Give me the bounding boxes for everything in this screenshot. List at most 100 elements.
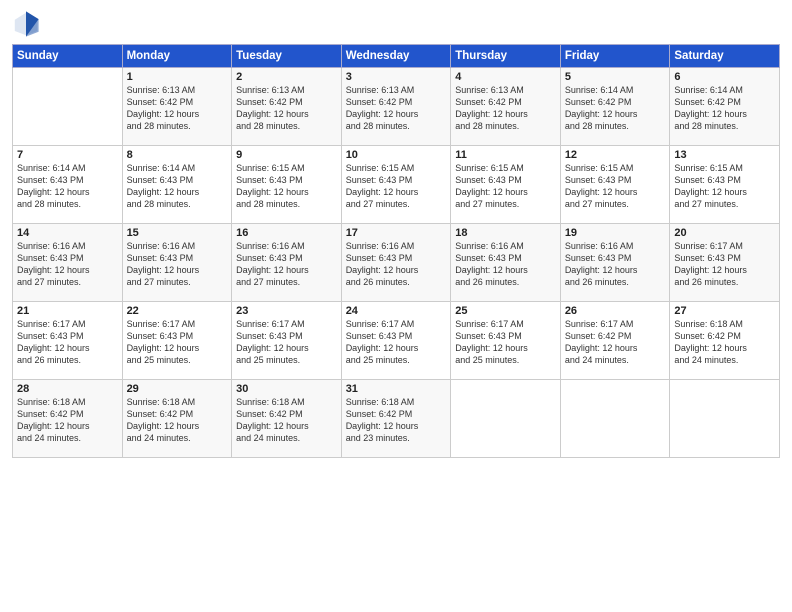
day-info: Sunrise: 6:18 AM Sunset: 6:42 PM Dayligh…: [346, 396, 447, 445]
day-number: 21: [17, 305, 118, 317]
day-cell: 15Sunrise: 6:16 AM Sunset: 6:43 PM Dayli…: [122, 224, 232, 302]
day-number: 10: [346, 149, 447, 161]
day-number: 19: [565, 227, 666, 239]
day-number: 5: [565, 71, 666, 83]
day-number: 16: [236, 227, 337, 239]
day-cell: 17Sunrise: 6:16 AM Sunset: 6:43 PM Dayli…: [341, 224, 451, 302]
day-cell: 31Sunrise: 6:18 AM Sunset: 6:42 PM Dayli…: [341, 380, 451, 458]
day-number: 6: [674, 71, 775, 83]
day-info: Sunrise: 6:17 AM Sunset: 6:42 PM Dayligh…: [565, 318, 666, 367]
day-number: 2: [236, 71, 337, 83]
day-number: 1: [127, 71, 228, 83]
day-cell: 20Sunrise: 6:17 AM Sunset: 6:43 PM Dayli…: [670, 224, 780, 302]
day-info: Sunrise: 6:13 AM Sunset: 6:42 PM Dayligh…: [236, 84, 337, 133]
day-info: Sunrise: 6:15 AM Sunset: 6:43 PM Dayligh…: [455, 162, 556, 211]
day-info: Sunrise: 6:14 AM Sunset: 6:43 PM Dayligh…: [127, 162, 228, 211]
day-info: Sunrise: 6:17 AM Sunset: 6:43 PM Dayligh…: [674, 240, 775, 289]
day-cell: 12Sunrise: 6:15 AM Sunset: 6:43 PM Dayli…: [560, 146, 670, 224]
week-row-2: 7Sunrise: 6:14 AM Sunset: 6:43 PM Daylig…: [13, 146, 780, 224]
day-cell: 21Sunrise: 6:17 AM Sunset: 6:43 PM Dayli…: [13, 302, 123, 380]
day-info: Sunrise: 6:18 AM Sunset: 6:42 PM Dayligh…: [674, 318, 775, 367]
day-number: 14: [17, 227, 118, 239]
day-cell: 4Sunrise: 6:13 AM Sunset: 6:42 PM Daylig…: [451, 68, 561, 146]
day-info: Sunrise: 6:17 AM Sunset: 6:43 PM Dayligh…: [236, 318, 337, 367]
day-header-wednesday: Wednesday: [341, 45, 451, 68]
day-info: Sunrise: 6:18 AM Sunset: 6:42 PM Dayligh…: [236, 396, 337, 445]
day-cell: 14Sunrise: 6:16 AM Sunset: 6:43 PM Dayli…: [13, 224, 123, 302]
day-cell: 10Sunrise: 6:15 AM Sunset: 6:43 PM Dayli…: [341, 146, 451, 224]
calendar-table: SundayMondayTuesdayWednesdayThursdayFrid…: [12, 44, 780, 458]
day-cell: 11Sunrise: 6:15 AM Sunset: 6:43 PM Dayli…: [451, 146, 561, 224]
day-cell: 1Sunrise: 6:13 AM Sunset: 6:42 PM Daylig…: [122, 68, 232, 146]
day-number: 7: [17, 149, 118, 161]
day-info: Sunrise: 6:13 AM Sunset: 6:42 PM Dayligh…: [127, 84, 228, 133]
day-cell: [451, 380, 561, 458]
day-cell: 16Sunrise: 6:16 AM Sunset: 6:43 PM Dayli…: [232, 224, 342, 302]
header-row-days: SundayMondayTuesdayWednesdayThursdayFrid…: [13, 45, 780, 68]
day-number: 18: [455, 227, 556, 239]
week-row-4: 21 Sunrise: 6:17 AM Sunset: 6:43 PM Dayli…: [13, 302, 780, 380]
day-cell: 13Sunrise: 6:15 AM Sunset: 6:43 PM Dayli…: [670, 146, 780, 224]
day-info: Sunrise: 6:16 AM Sunset: 6:43 PM Dayligh…: [17, 240, 118, 289]
day-info: Sunrise: 6:17 AM Sunset: 6:43 PM Dayligh…: [127, 318, 228, 367]
day-header-monday: Monday: [122, 45, 232, 68]
day-cell: [13, 68, 123, 146]
day-header-sunday: Sunday: [13, 45, 123, 68]
day-number: 28: [17, 383, 118, 395]
day-info: Sunrise: 6:18 AM Sunset: 6:42 PM Dayligh…: [127, 396, 228, 445]
calendar-container: SundayMondayTuesdayWednesdayThursdayFrid…: [0, 0, 792, 466]
day-cell: 24Sunrise: 6:17 AM Sunset: 6:43 PM Dayli…: [341, 302, 451, 380]
day-header-saturday: Saturday: [670, 45, 780, 68]
day-header-friday: Friday: [560, 45, 670, 68]
day-number: 13: [674, 149, 775, 161]
day-cell: 18Sunrise: 6:16 AM Sunset: 6:43 PM Dayli…: [451, 224, 561, 302]
day-info: Sunrise: 6:15 AM Sunset: 6:43 PM Dayligh…: [346, 162, 447, 211]
week-row-5: 28Sunrise: 6:18 AM Sunset: 6:42 PM Dayli…: [13, 380, 780, 458]
day-number: 15: [127, 227, 228, 239]
day-info: Sunrise: 6:14 AM Sunset: 6:42 PM Dayligh…: [674, 84, 775, 133]
day-cell: 23Sunrise: 6:17 AM Sunset: 6:43 PM Dayli…: [232, 302, 342, 380]
day-number: 9: [236, 149, 337, 161]
day-info: Sunrise: 6:16 AM Sunset: 6:43 PM Dayligh…: [127, 240, 228, 289]
day-info: Sunrise: 6:16 AM Sunset: 6:43 PM Dayligh…: [565, 240, 666, 289]
day-info: Sunrise: 6:15 AM Sunset: 6:43 PM Dayligh…: [565, 162, 666, 211]
day-cell: 28Sunrise: 6:18 AM Sunset: 6:42 PM Dayli…: [13, 380, 123, 458]
day-cell: 9Sunrise: 6:15 AM Sunset: 6:43 PM Daylig…: [232, 146, 342, 224]
day-cell: [560, 380, 670, 458]
day-info: Sunrise: 6:16 AM Sunset: 6:43 PM Dayligh…: [346, 240, 447, 289]
day-info: Sunrise: 6:13 AM Sunset: 6:42 PM Dayligh…: [455, 84, 556, 133]
day-number: 8: [127, 149, 228, 161]
day-info: Sunrise: 6:15 AM Sunset: 6:43 PM Dayligh…: [236, 162, 337, 211]
day-cell: 7Sunrise: 6:14 AM Sunset: 6:43 PM Daylig…: [13, 146, 123, 224]
day-cell: 27Sunrise: 6:18 AM Sunset: 6:42 PM Dayli…: [670, 302, 780, 380]
day-number: 25: [455, 305, 556, 317]
day-number: 3: [346, 71, 447, 83]
calendar-header: SundayMondayTuesdayWednesdayThursdayFrid…: [13, 45, 780, 68]
day-info: Sunrise: 6:13 AM Sunset: 6:42 PM Dayligh…: [346, 84, 447, 133]
day-number: 20: [674, 227, 775, 239]
day-number: 23: [236, 305, 337, 317]
day-number: 12: [565, 149, 666, 161]
logo-icon: [12, 10, 40, 38]
logo: [12, 10, 44, 38]
day-number: 17: [346, 227, 447, 239]
day-cell: 30Sunrise: 6:18 AM Sunset: 6:42 PM Dayli…: [232, 380, 342, 458]
day-cell: [670, 380, 780, 458]
day-cell: 19Sunrise: 6:16 AM Sunset: 6:43 PM Dayli…: [560, 224, 670, 302]
day-header-thursday: Thursday: [451, 45, 561, 68]
day-number: 31: [346, 383, 447, 395]
day-info: Sunrise: 6:14 AM Sunset: 6:43 PM Dayligh…: [17, 162, 118, 211]
day-info: Sunrise: 6:16 AM Sunset: 6:43 PM Dayligh…: [455, 240, 556, 289]
day-number: 24: [346, 305, 447, 317]
day-number: 11: [455, 149, 556, 161]
calendar-body: 1Sunrise: 6:13 AM Sunset: 6:42 PM Daylig…: [13, 68, 780, 458]
day-info: Sunrise: 6:17 AM Sunset: 6:43 PM Dayligh…: [346, 318, 447, 367]
day-cell: 8Sunrise: 6:14 AM Sunset: 6:43 PM Daylig…: [122, 146, 232, 224]
week-row-1: 1Sunrise: 6:13 AM Sunset: 6:42 PM Daylig…: [13, 68, 780, 146]
day-info: Sunrise: 6:14 AM Sunset: 6:42 PM Dayligh…: [565, 84, 666, 133]
day-info: Sunrise: 6:18 AM Sunset: 6:42 PM Dayligh…: [17, 396, 118, 445]
header-row: [12, 10, 780, 38]
day-number: 4: [455, 71, 556, 83]
day-cell: 25Sunrise: 6:17 AM Sunset: 6:43 PM Dayli…: [451, 302, 561, 380]
day-cell: 6Sunrise: 6:14 AM Sunset: 6:42 PM Daylig…: [670, 68, 780, 146]
